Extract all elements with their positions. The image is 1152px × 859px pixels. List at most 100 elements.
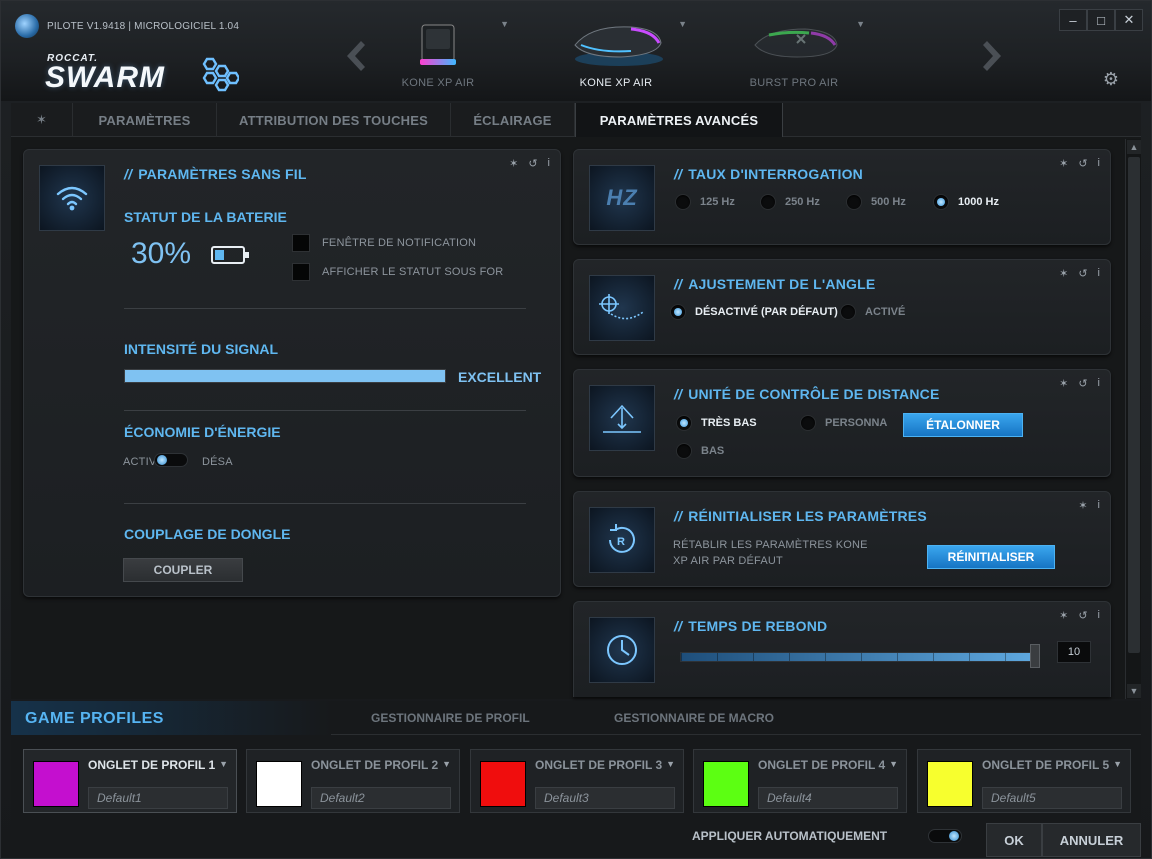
profile-name-input[interactable]: Default2: [311, 787, 451, 809]
chevron-down-icon[interactable]: ▼: [219, 759, 228, 769]
macro-manager-tab[interactable]: GESTIONNAIRE DE MACRO: [614, 711, 774, 725]
distance-low-radio[interactable]: [676, 443, 692, 459]
profile-name-input[interactable]: Default1: [88, 787, 228, 809]
angle-on-radio[interactable]: [840, 304, 856, 320]
maximize-button[interactable]: □: [1087, 9, 1115, 31]
svg-text:R: R: [617, 536, 625, 548]
main-tabs: ✶ PARAMÈTRES ATTRIBUTION DES TOUCHES ÉCL…: [11, 103, 1141, 137]
profile-name: ONGLET DE PROFIL 1: [88, 758, 216, 772]
polling-rate-panel: ✶ ↺ i HZ //TAUX D'INTERROGATION 125 Hz 250…: [573, 149, 1111, 245]
device-burst-pro-air[interactable]: BURST PRO AIR ▼: [719, 15, 869, 89]
chevron-down-icon[interactable]: ▼: [856, 19, 865, 29]
swarm-hex-icon: [202, 57, 239, 92]
profile-color-swatch[interactable]: [480, 761, 526, 807]
profile-color-swatch[interactable]: [33, 761, 79, 807]
wireless-title-text: PARAMÈTRES SANS FIL: [138, 166, 307, 182]
calibrate-button[interactable]: ÉTALONNER: [903, 413, 1023, 437]
profile-slot-1[interactable]: ONGLET DE PROFIL 1 ▼ Default1: [23, 749, 237, 813]
reset-title: //RÉINITIALISER LES PARAMÈTRES: [674, 508, 927, 524]
show-status-checkbox[interactable]: [292, 263, 310, 281]
device-dock[interactable]: KONE XP AIR ▼: [363, 15, 513, 89]
signal-strength-bar: [124, 369, 446, 383]
pin-icon[interactable]: ✶: [1059, 157, 1068, 170]
debounce-value[interactable]: 10: [1057, 641, 1091, 663]
chevron-down-icon[interactable]: ▼: [1113, 759, 1122, 769]
undo-icon[interactable]: ↺: [1078, 157, 1087, 170]
version-text: PILOTE V1.9418 | MICROLOGICIEL 1.04: [47, 21, 240, 32]
chevron-down-icon[interactable]: ▼: [442, 759, 451, 769]
info-icon[interactable]: i: [1098, 499, 1100, 512]
profile-manager-tab[interactable]: GESTIONNAIRE DE PROFIL: [371, 711, 530, 725]
profile-name-input[interactable]: Default5: [982, 787, 1122, 809]
game-profiles-tab[interactable]: GAME PROFILES: [11, 701, 331, 735]
pin-icon[interactable]: ✶: [1059, 609, 1068, 622]
scrollbar-thumb[interactable]: [1128, 157, 1140, 653]
debounce-slider-handle[interactable]: [1030, 644, 1040, 668]
profile-color-swatch[interactable]: [703, 761, 749, 807]
distance-custom-radio[interactable]: [800, 415, 816, 431]
auto-apply-toggle[interactable]: [928, 829, 962, 843]
notification-window-checkbox[interactable]: [292, 234, 310, 252]
chevron-down-icon[interactable]: ▼: [500, 19, 509, 29]
cancel-button[interactable]: ANNULER: [1042, 823, 1141, 857]
polling-500-label: 500 Hz: [871, 196, 906, 208]
angle-on-label: ACTIVÉ: [865, 306, 906, 318]
polling-125-radio[interactable]: [675, 194, 691, 210]
polling-1000-label: 1000 Hz: [958, 196, 999, 208]
info-icon[interactable]: i: [1098, 157, 1100, 170]
undo-icon[interactable]: ↺: [1078, 609, 1087, 622]
minimize-button[interactable]: –: [1059, 9, 1087, 31]
tab-parametres-avances[interactable]: PARAMÈTRES AVANCÉS: [575, 103, 783, 137]
pin-icon[interactable]: ✶: [1059, 377, 1068, 390]
profile-slot-5[interactable]: ONGLET DE PROFIL 5 ▼ Default5: [917, 749, 1131, 813]
pin-icon[interactable]: ✶: [1078, 499, 1087, 512]
pair-dongle-button[interactable]: COUPLER: [123, 558, 243, 582]
chevron-down-icon[interactable]: ▼: [678, 19, 687, 29]
polling-250-radio[interactable]: [760, 194, 776, 210]
chevron-down-icon[interactable]: ▼: [666, 759, 675, 769]
pin-icon[interactable]: ✶: [509, 157, 518, 170]
energy-saving-title: ÉCONOMIE D'ÉNERGIE: [124, 424, 281, 440]
pin-icon[interactable]: ✶: [1059, 267, 1068, 280]
chevron-down-icon[interactable]: ▼: [889, 759, 898, 769]
polling-1000-radio[interactable]: [933, 194, 949, 210]
profile-slot-2[interactable]: ONGLET DE PROFIL 2 ▼ Default2: [246, 749, 460, 813]
tab-attribution-touches[interactable]: ATTRIBUTION DES TOUCHES: [217, 103, 451, 137]
panel-tools: ✶ ↺ i: [1059, 157, 1100, 170]
info-icon[interactable]: i: [1098, 377, 1100, 390]
undo-icon[interactable]: ↺: [1078, 267, 1087, 280]
device-kone-xp-air[interactable]: KONE XP AIR ▼: [541, 15, 691, 89]
profile-slot-3[interactable]: ONGLET DE PROFIL 3 ▼ Default3: [470, 749, 684, 813]
profile-slot-4[interactable]: ONGLET DE PROFIL 4 ▼ Default4: [693, 749, 907, 813]
tab-parametres[interactable]: PARAMÈTRES: [73, 103, 217, 137]
energy-saving-toggle[interactable]: [154, 453, 188, 467]
undo-icon[interactable]: ↺: [1078, 377, 1087, 390]
reset-button[interactable]: RÉINITIALISER: [927, 545, 1055, 569]
ok-button[interactable]: OK: [986, 823, 1042, 857]
content-scrollbar[interactable]: ▲ ▼: [1125, 139, 1141, 699]
device-next-arrow-icon[interactable]: [981, 39, 1007, 73]
undo-icon[interactable]: ↺: [528, 157, 537, 170]
info-icon[interactable]: i: [1098, 267, 1100, 280]
polling-500-radio[interactable]: [846, 194, 862, 210]
info-icon[interactable]: i: [1098, 609, 1100, 622]
close-button[interactable]: ✕: [1115, 9, 1143, 31]
polling-rate-title-text: TAUX D'INTERROGATION: [688, 166, 863, 182]
angle-snapping-panel: ✶ ↺ i //AJUSTEMENT DE L'ANGLE DÉSACTIVÉ (P…: [573, 259, 1111, 355]
angle-off-radio[interactable]: [670, 304, 686, 320]
profile-name-input[interactable]: Default4: [758, 787, 898, 809]
battery-icon: [211, 246, 249, 264]
profile-color-swatch[interactable]: [256, 761, 302, 807]
gear-icon[interactable]: ⚙: [1103, 69, 1119, 90]
distance-very-low-radio[interactable]: [676, 415, 692, 431]
scroll-down-icon[interactable]: ▼: [1127, 684, 1141, 698]
profile-color-swatch[interactable]: [927, 761, 973, 807]
tab-eclairage[interactable]: ÉCLAIRAGE: [451, 103, 575, 137]
info-icon[interactable]: i: [548, 157, 550, 170]
profile-name-input[interactable]: Default3: [535, 787, 675, 809]
profile-name: ONGLET DE PROFIL 5: [982, 758, 1110, 772]
scroll-up-icon[interactable]: ▲: [1127, 140, 1141, 154]
debounce-icon: [589, 617, 655, 683]
pin-tab-icon[interactable]: ✶: [11, 103, 73, 137]
debounce-slider[interactable]: [680, 652, 1038, 662]
